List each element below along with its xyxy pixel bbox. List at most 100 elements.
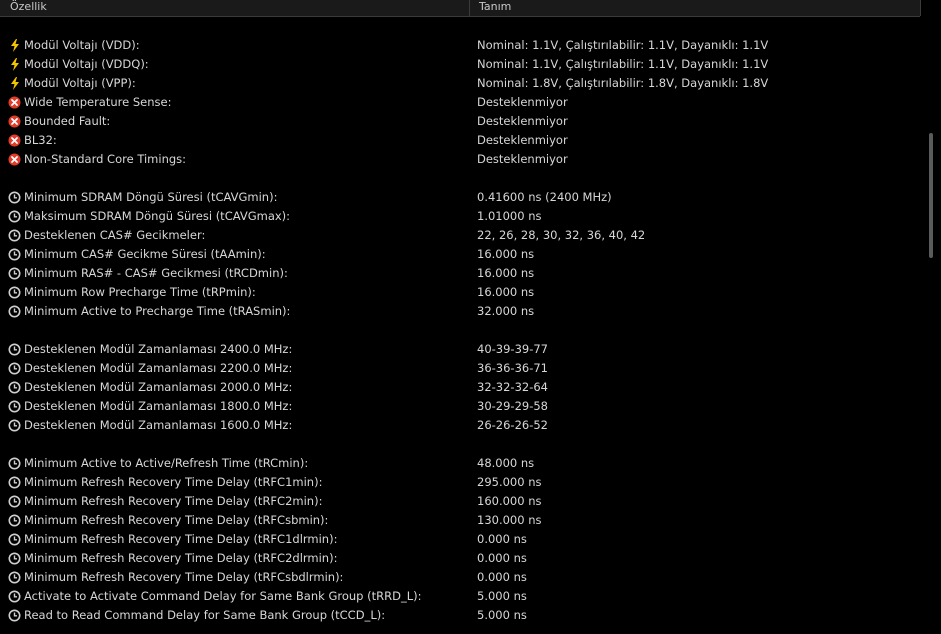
list-spacer xyxy=(0,17,920,36)
list-item[interactable]: Minimum RAS# - CAS# Gecikmesi (tRCDmin):… xyxy=(0,264,920,283)
property-label: Activate to Activate Command Delay for S… xyxy=(24,589,422,603)
property-cell: Minimum Refresh Recovery Time Delay (tRF… xyxy=(8,530,470,549)
property-cell: Non-Standard Core Timings: xyxy=(8,150,470,169)
property-cell: Desteklenen CAS# Gecikmeler: xyxy=(8,226,470,245)
property-cell: Minimum CAS# Gecikme Süresi (tAAmin): xyxy=(8,245,470,264)
list-item[interactable]: Minimum CAS# Gecikme Süresi (tAAmin): 16.… xyxy=(0,245,920,264)
property-value: 160.000 ns xyxy=(477,494,542,508)
property-cell: Minimum Refresh Recovery Time Delay (tRF… xyxy=(8,473,470,492)
property-value: Desteklenmiyor xyxy=(477,95,568,109)
list-item[interactable]: Maksimum SDRAM Döngü Süresi (tCAVGmax): 1… xyxy=(0,207,920,226)
property-cell xyxy=(8,169,470,188)
list-item[interactable]: Desteklenen Modül Zamanlaması 1600.0 MHz… xyxy=(0,416,920,435)
clock-icon xyxy=(8,552,21,565)
column-header-bar: Özellik Tanım xyxy=(0,0,920,17)
property-value: 5.000 ns xyxy=(477,589,527,603)
property-cell: Wide Temperature Sense: xyxy=(8,93,470,112)
property-cell: Minimum Refresh Recovery Time Delay (tRF… xyxy=(8,568,470,587)
list-item[interactable]: Minimum Refresh Recovery Time Delay (tRF… xyxy=(0,568,920,587)
property-value xyxy=(477,17,917,36)
property-value: 0.41600 ns (2400 MHz) xyxy=(477,190,612,204)
property-value: 16.000 ns xyxy=(477,285,535,299)
vertical-scrollbar[interactable] xyxy=(921,17,941,627)
property-label: Desteklenen Modül Zamanlaması 2200.0 MHz… xyxy=(24,361,293,375)
property-value: 1.01000 ns xyxy=(477,209,542,223)
list-item[interactable]: Minimum Refresh Recovery Time Delay (tRF… xyxy=(0,511,920,530)
error-icon xyxy=(8,115,21,128)
list-item[interactable]: Desteklenen Modül Zamanlaması 2400.0 MHz… xyxy=(0,340,920,359)
list-item[interactable]: Minimum Row Precharge Time (tRPmin): 16.0… xyxy=(0,283,920,302)
list-item[interactable]: Desteklenen Modül Zamanlaması 1800.0 MHz… xyxy=(0,397,920,416)
list-item[interactable]: Read to Read Command Delay for Same Bank… xyxy=(0,606,920,625)
list-spacer xyxy=(0,435,920,454)
clock-icon xyxy=(8,590,21,603)
property-value: 5.000 ns xyxy=(477,608,527,622)
clock-icon xyxy=(8,419,21,432)
property-label: Desteklenen Modül Zamanlaması 2400.0 MHz… xyxy=(24,342,293,356)
list-spacer xyxy=(0,321,920,340)
scrollbar-thumb[interactable] xyxy=(929,133,933,258)
property-cell: Desteklenen Modül Zamanlaması 2200.0 MHz… xyxy=(8,359,470,378)
list-item[interactable]: BL32: Desteklenmiyor xyxy=(0,131,920,150)
header-corner xyxy=(920,0,941,16)
list-item[interactable]: Bounded Fault: Desteklenmiyor xyxy=(0,112,920,131)
error-icon xyxy=(8,153,21,166)
column-header-value[interactable]: Tanım xyxy=(471,0,920,16)
property-label: Desteklenen CAS# Gecikmeler: xyxy=(24,228,206,242)
property-value: 30-29-29-58 xyxy=(477,399,548,413)
list-item[interactable]: Modül Voltajı (VPP): Nominal: 1.8V, Çalış… xyxy=(0,74,920,93)
list-item[interactable]: Activate to Activate Command Delay for S… xyxy=(0,587,920,606)
error-icon xyxy=(8,96,21,109)
property-label: Non-Standard Core Timings: xyxy=(24,152,187,166)
property-label: Desteklenen Modül Zamanlaması 2000.0 MHz… xyxy=(24,380,293,394)
list-item[interactable]: Minimum Refresh Recovery Time Delay (tRF… xyxy=(0,549,920,568)
property-cell: Desteklenen Modül Zamanlaması 2000.0 MHz… xyxy=(8,378,470,397)
clock-icon xyxy=(8,571,21,584)
clock-icon xyxy=(8,533,21,546)
list-item[interactable]: Minimum SDRAM Döngü Süresi (tCAVGmin): 0.… xyxy=(0,188,920,207)
property-value: 16.000 ns xyxy=(477,266,535,280)
list-item[interactable]: Modül Voltajı (VDD): Nominal: 1.1V, Çalış… xyxy=(0,36,920,55)
property-cell: Bounded Fault: xyxy=(8,112,470,131)
list-item[interactable]: Minimum Refresh Recovery Time Delay (tRF… xyxy=(0,530,920,549)
clock-icon xyxy=(8,286,21,299)
property-label: Modül Voltajı (VDD): xyxy=(24,38,140,52)
property-label: Minimum SDRAM Döngü Süresi (tCAVGmin): xyxy=(24,190,278,204)
status-text: ... xyxy=(8,628,18,634)
property-cell: Read to Read Command Delay for Same Bank… xyxy=(8,606,470,625)
clock-icon xyxy=(8,457,21,470)
property-label: Minimum Refresh Recovery Time Delay (tRF… xyxy=(24,494,323,508)
list-item[interactable]: Modül Voltajı (VDDQ): Nominal: 1.1V, Çalı… xyxy=(0,55,920,74)
properties-list[interactable]: Modül Voltajı (VDD): Nominal: 1.1V, Çalış… xyxy=(0,17,920,627)
clock-icon xyxy=(8,609,21,622)
list-item[interactable]: Wide Temperature Sense: Desteklenmiyor xyxy=(0,93,920,112)
list-item[interactable]: Minimum Refresh Recovery Time Delay (tRF… xyxy=(0,473,920,492)
list-item[interactable]: Minimum Active to Precharge Time (tRASmi… xyxy=(0,302,920,321)
clock-icon xyxy=(8,191,21,204)
property-value: 32-32-32-64 xyxy=(477,380,548,394)
property-label: Minimum Refresh Recovery Time Delay (tRF… xyxy=(24,513,329,527)
property-value: Nominal: 1.8V, Çalıştırılabilir: 1.8V, D… xyxy=(477,76,769,90)
bolt-icon xyxy=(8,77,21,90)
property-value: 0.000 ns xyxy=(477,551,527,565)
list-item[interactable]: Non-Standard Core Timings: Desteklenmiyor xyxy=(0,150,920,169)
clock-icon xyxy=(8,400,21,413)
clock-icon xyxy=(8,229,21,242)
property-value: Nominal: 1.1V, Çalıştırılabilir: 1.1V, D… xyxy=(477,38,769,52)
list-item[interactable]: Minimum Active to Active/Refresh Time (t… xyxy=(0,454,920,473)
property-label: Wide Temperature Sense: xyxy=(24,95,172,109)
column-header-property[interactable]: Özellik xyxy=(0,0,470,16)
property-value: 32.000 ns xyxy=(477,304,535,318)
list-item[interactable]: Desteklenen Modül Zamanlaması 2200.0 MHz… xyxy=(0,359,920,378)
property-cell xyxy=(8,17,470,36)
clock-icon xyxy=(8,476,21,489)
property-label: Minimum Row Precharge Time (tRPmin): xyxy=(24,285,256,299)
list-item[interactable]: Desteklenen CAS# Gecikmeler: 22, 26, 28, … xyxy=(0,226,920,245)
list-item[interactable]: Minimum Refresh Recovery Time Delay (tRF… xyxy=(0,492,920,511)
property-value: Desteklenmiyor xyxy=(477,114,568,128)
clock-icon xyxy=(8,381,21,394)
clock-icon xyxy=(8,248,21,261)
clock-icon xyxy=(8,343,21,356)
list-item[interactable]: Desteklenen Modül Zamanlaması 2000.0 MHz… xyxy=(0,378,920,397)
property-label: Read to Read Command Delay for Same Bank… xyxy=(24,608,386,622)
